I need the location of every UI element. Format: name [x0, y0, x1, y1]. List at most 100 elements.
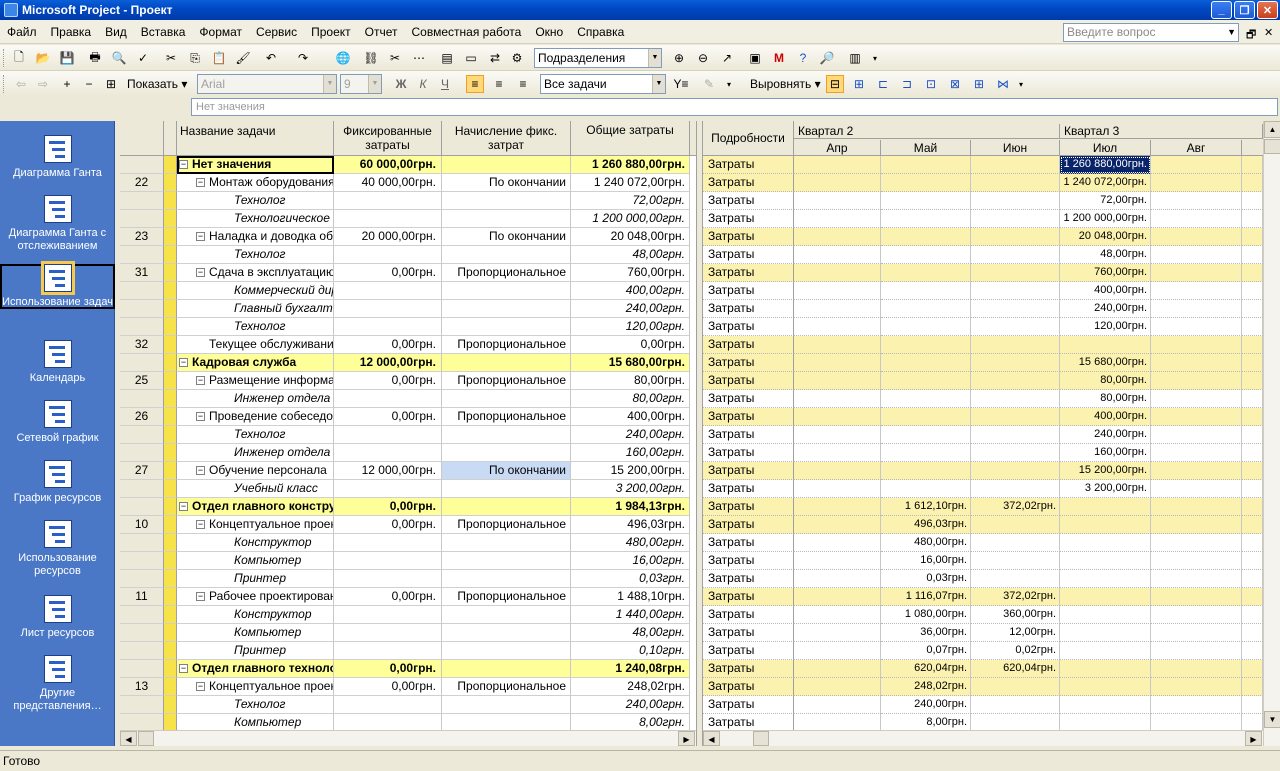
fixed-cost-cell[interactable] — [334, 534, 442, 552]
timephased-cell[interactable] — [1151, 534, 1242, 552]
task-name-cell[interactable]: − Концептуальное проект — [177, 678, 334, 696]
timephased-cell[interactable]: 120,00грн. — [1060, 318, 1151, 336]
fixed-cost-cell[interactable]: 20 000,00грн. — [334, 228, 442, 246]
underline-button[interactable]: Ч — [436, 75, 454, 93]
timephased-cell[interactable] — [794, 534, 881, 552]
fixed-cost-cell[interactable] — [334, 606, 442, 624]
timephased-cell[interactable] — [1151, 372, 1242, 390]
timephased-cell[interactable] — [1242, 696, 1263, 714]
timephased-cell[interactable] — [1242, 336, 1263, 354]
collapse-icon[interactable]: − — [196, 178, 205, 188]
timephased-cell[interactable]: 480,00грн. — [881, 534, 971, 552]
timephased-cell[interactable] — [881, 336, 971, 354]
row-id[interactable]: 26 — [120, 408, 164, 426]
timephased-cell[interactable] — [1151, 660, 1242, 678]
timephased-cell[interactable] — [881, 354, 971, 372]
total-cost-cell[interactable]: 240,00грн. — [571, 696, 690, 714]
timephased-cell[interactable]: 1 240 072,00грн. — [1060, 174, 1151, 192]
fixed-cost-cell[interactable]: 0,00грн. — [334, 264, 442, 282]
timephased-cell[interactable] — [1060, 570, 1151, 588]
total-cost-cell[interactable]: 120,00грн. — [571, 318, 690, 336]
timephased-cell[interactable]: 0,02грн. — [971, 642, 1060, 660]
table-row[interactable]: − Нет значения 60 000,00грн. 1 260 880,00гр… — [120, 156, 696, 174]
scroll-down-icon[interactable]: ▼ — [1264, 711, 1280, 728]
accrual-cell[interactable] — [442, 480, 571, 498]
timephased-cell[interactable] — [794, 210, 881, 228]
table-row[interactable]: Инженер отдела к 80,00грн. — [120, 390, 696, 408]
row-id[interactable]: 13 — [120, 678, 164, 696]
row-id[interactable] — [120, 354, 164, 372]
total-cost-cell[interactable]: 1 260 880,00грн. — [571, 156, 690, 174]
timephased-cell[interactable]: 0,07грн. — [881, 642, 971, 660]
total-cost-cell[interactable]: 160,00грн. — [571, 444, 690, 462]
timephased-cell[interactable] — [881, 426, 971, 444]
timephased-cell[interactable]: 372,02грн. — [971, 588, 1060, 606]
column-header-accrual[interactable]: Начисление фикс. затрат — [442, 121, 571, 156]
timephased-cell[interactable] — [1242, 282, 1263, 300]
view-item[interactable]: Лист ресурсов — [0, 595, 115, 640]
accrual-cell[interactable]: Пропорциональное — [442, 336, 571, 354]
timephased-cell[interactable] — [1151, 570, 1242, 588]
redo-icon[interactable]: ↷ — [294, 49, 312, 67]
timephased-cell[interactable]: 15 680,00грн. — [1060, 354, 1151, 372]
accrual-cell[interactable]: Пропорциональное — [442, 588, 571, 606]
accrual-cell[interactable] — [442, 570, 571, 588]
timephased-cell[interactable] — [1151, 174, 1242, 192]
timephased-cell[interactable] — [1060, 498, 1151, 516]
row-id[interactable] — [120, 570, 164, 588]
fixed-cost-cell[interactable] — [334, 318, 442, 336]
timephased-cell[interactable]: 72,00грн. — [1060, 192, 1151, 210]
close-button[interactable]: ✕ — [1257, 1, 1278, 19]
timephased-cell[interactable] — [881, 264, 971, 282]
accrual-cell[interactable]: Пропорциональное — [442, 678, 571, 696]
menu-item[interactable]: Правка — [44, 20, 99, 44]
timephased-cell[interactable] — [1151, 210, 1242, 228]
column-header-total-cost[interactable]: Общие затраты — [571, 121, 690, 156]
split-bar[interactable] — [696, 121, 703, 746]
view-item[interactable]: Другие представления… — [0, 655, 115, 713]
timephased-cell[interactable] — [1151, 444, 1242, 462]
task-name-cell[interactable]: − Монтаж оборудования — [177, 174, 334, 192]
total-cost-cell[interactable]: 400,00грн. — [571, 282, 690, 300]
table-row[interactable]: Принтер 0,03грн. — [120, 570, 696, 588]
collapse-icon[interactable]: − — [196, 682, 205, 692]
accrual-cell[interactable] — [442, 498, 571, 516]
row-id[interactable] — [120, 534, 164, 552]
collapse-icon[interactable]: − — [179, 160, 188, 170]
scroll-thumb[interactable] — [753, 731, 769, 746]
table-row[interactable]: Коммерческий дире 400,00грн. — [120, 282, 696, 300]
row-id[interactable] — [120, 246, 164, 264]
total-cost-cell[interactable]: 0,10грн. — [571, 642, 690, 660]
indent-icon[interactable]: ⇨ — [34, 75, 52, 93]
scroll-right-icon[interactable]: ▶ — [678, 731, 695, 746]
minimize-button[interactable]: _ — [1211, 1, 1232, 19]
timephased-cell[interactable] — [1242, 228, 1263, 246]
left-horizontal-scrollbar[interactable]: ◀ ▶ — [120, 730, 696, 746]
fixed-cost-cell[interactable]: 0,00грн. — [334, 372, 442, 390]
menu-item[interactable]: Отчет — [358, 20, 405, 44]
unlink-tasks-icon[interactable]: ✂ — [386, 49, 404, 67]
total-cost-cell[interactable]: 15 680,00грн. — [571, 354, 690, 372]
total-cost-cell[interactable]: 240,00грн. — [571, 300, 690, 318]
table-row[interactable]: 23 − Наладка и доводка обо 20 000,00грн. По … — [120, 228, 696, 246]
timephased-cell[interactable] — [1151, 696, 1242, 714]
row-id[interactable] — [120, 642, 164, 660]
timephased-cell[interactable] — [1242, 372, 1263, 390]
timephased-cell[interactable]: 3 200,00грн. — [1060, 480, 1151, 498]
timephased-cell[interactable] — [1151, 300, 1242, 318]
accrual-cell[interactable] — [442, 246, 571, 264]
format-painter-icon[interactable]: 🖌 — [234, 49, 252, 67]
table-row[interactable]: Главный бухгалте, 240,00грн. — [120, 300, 696, 318]
timephased-cell[interactable] — [1242, 462, 1263, 480]
total-cost-cell[interactable]: 16,00грн. — [571, 552, 690, 570]
timephased-cell[interactable] — [794, 480, 881, 498]
task-name-cell[interactable]: Технолог — [177, 696, 334, 714]
timephased-cell[interactable] — [881, 210, 971, 228]
table-row[interactable]: 22 − Монтаж оборудования 40 000,00грн. По ок… — [120, 174, 696, 192]
timephased-cell[interactable] — [1242, 624, 1263, 642]
total-cost-cell[interactable]: 20 048,00грн. — [571, 228, 690, 246]
timephased-cell[interactable] — [971, 228, 1060, 246]
outline-view-icon[interactable]: ⊟ — [826, 75, 844, 93]
total-cost-cell[interactable]: 80,00грн. — [571, 372, 690, 390]
timephased-cell[interactable] — [794, 678, 881, 696]
